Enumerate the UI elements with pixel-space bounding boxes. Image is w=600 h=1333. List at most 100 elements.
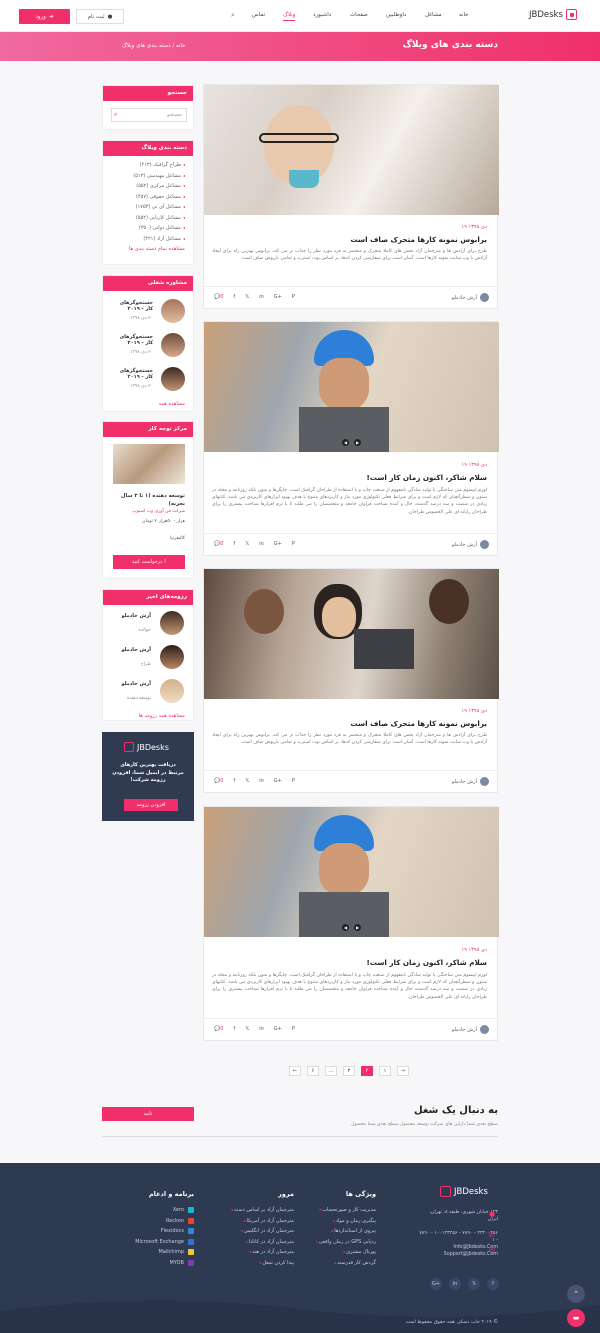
slider-next-icon[interactable]: ▶ <box>354 924 361 931</box>
advice-view-all[interactable]: مشاهده همه <box>103 401 193 407</box>
app-link[interactable]: MYOB <box>135 1258 194 1269</box>
category-item[interactable]: مشاغل دولتی (۳۵۰) <box>103 225 193 236</box>
linkedin-icon[interactable]: in <box>259 294 264 300</box>
post-author[interactable]: آرش خادملو <box>452 1025 489 1034</box>
browse-link[interactable]: پیدا کردن شغل <box>231 1258 294 1269</box>
google-plus-icon[interactable]: G+ <box>430 1278 442 1290</box>
resumes-view-all[interactable]: مشاهده همه رزومه ها <box>103 713 193 719</box>
features-link[interactable]: گردش کار قدرتمند <box>315 1258 376 1269</box>
promo-button[interactable]: افزودن رزومه <box>124 799 178 811</box>
breadcrumb-home[interactable]: خانه <box>176 43 186 49</box>
linkedin-icon[interactable]: in <box>259 1026 264 1032</box>
post-title[interactable]: برابوس نمونه کارها متحرک صاف است <box>350 719 487 728</box>
post-author[interactable]: آرش خادملو <box>452 540 489 549</box>
post-title[interactable]: سلام شاکر، اکنون زمان کار است! <box>366 473 487 482</box>
search-icon[interactable]: ⌕ <box>114 111 117 119</box>
scroll-top-icon[interactable]: ⌃ <box>567 1285 585 1303</box>
facebook-icon[interactable]: f <box>233 541 235 547</box>
login-button[interactable]: ورود ➜ <box>19 9 70 24</box>
google-plus-icon[interactable]: G+ <box>274 294 282 300</box>
comments-icon[interactable]: 💬0 <box>214 294 223 300</box>
features-link[interactable]: پیروی از استانداردها <box>315 1226 376 1237</box>
pagination-next[interactable]: → <box>397 1066 409 1076</box>
job-alert-button[interactable]: تایید <box>102 1107 194 1121</box>
linkedin-icon[interactable]: in <box>449 1278 461 1290</box>
resume-item[interactable]: آرش خادملو حوالده <box>103 611 193 645</box>
pinterest-icon[interactable]: P <box>292 541 295 547</box>
nav-pages[interactable]: صفحات <box>350 12 368 18</box>
pagination-page[interactable]: ۶ <box>307 1066 319 1076</box>
facebook-icon[interactable]: f <box>233 1026 235 1032</box>
post-image[interactable] <box>204 85 499 215</box>
all-categories-link[interactable]: مشاهده تمام دسته بندی ها <box>103 246 193 252</box>
twitter-icon[interactable]: 𝕏 <box>245 778 249 784</box>
post-author[interactable]: آرش خادملو <box>452 293 489 302</box>
apply-button[interactable]: درخواست کنید ! <box>113 555 185 569</box>
advice-item[interactable]: جستجوگرهای کار - ۲۰۱۹ ۲۰ دی ۱۳۹۸ <box>103 333 193 367</box>
linkedin-icon[interactable]: in <box>259 778 264 784</box>
twitter-icon[interactable]: 𝕏 <box>245 541 249 547</box>
features-link[interactable]: پیگیری زمان و مواد <box>315 1216 376 1227</box>
features-link[interactable]: مدیریت کار و صورتحساب <box>315 1205 376 1216</box>
pagination-prev[interactable]: ← <box>289 1066 301 1076</box>
app-link[interactable]: Reckon <box>135 1216 194 1227</box>
app-link[interactable]: Microsoft Exchange <box>135 1237 194 1248</box>
resume-item[interactable]: آرش خادملو توسعه دهنده <box>103 679 193 713</box>
pinterest-icon[interactable]: P <box>292 294 295 300</box>
pinterest-icon[interactable]: P <box>292 1026 295 1032</box>
post-image[interactable]: ◀ ▶ <box>204 322 499 452</box>
post-title[interactable]: برابوس نمونه کارها متحرک صاف است <box>350 235 487 244</box>
slider-prev-icon[interactable]: ◀ <box>342 439 349 446</box>
featured-company[interactable]: شرکت فن آوری وب اسنوپ <box>109 509 185 514</box>
advice-item[interactable]: جستجوگرهای کار - ۲۰۱۹ ۲۰ دی ۱۳۹۸ <box>103 367 193 401</box>
post-image[interactable]: ◀ ▶ <box>204 807 499 937</box>
app-link[interactable]: Mailchimp <box>135 1247 194 1258</box>
browse-link[interactable]: مترجمان آزاد در انگلیس <box>231 1226 294 1237</box>
google-plus-icon[interactable]: G+ <box>274 541 282 547</box>
resume-item[interactable]: آرش خادملو طراح <box>103 645 193 679</box>
category-item[interactable]: مشاغل کاریابی (۵۵۲) <box>103 215 193 226</box>
google-plus-icon[interactable]: G+ <box>274 778 282 784</box>
slider-next-icon[interactable]: ▶ <box>354 439 361 446</box>
nav-blog[interactable]: وبلاگ <box>283 12 296 21</box>
advice-item[interactable]: جستجوگرهای کار - ۲۰۱۹ ۲۰ دی ۱۳۹۸ <box>103 299 193 333</box>
pagination-page[interactable]: ۳ <box>343 1066 355 1076</box>
google-plus-icon[interactable]: G+ <box>274 1026 282 1032</box>
facebook-icon[interactable]: f <box>233 294 235 300</box>
nav-contact[interactable]: تماس <box>252 12 265 18</box>
app-link[interactable]: Flexidocs <box>135 1226 194 1237</box>
features-link[interactable]: ردیابی GPS در زمان واقعی <box>315 1237 376 1248</box>
twitter-icon[interactable]: 𝕏 <box>468 1278 480 1290</box>
browse-link[interactable]: مترجمان آزاد در کانادا <box>231 1237 294 1248</box>
category-item[interactable]: طراح گرافیک (۲۱۳) <box>103 162 193 173</box>
footer-emails[interactable]: Info@Jbdesks.Com Support@jbdesks.Com <box>418 1244 498 1258</box>
app-link[interactable]: Xero <box>135 1205 194 1216</box>
search-input[interactable]: جستجو <box>111 108 187 122</box>
browse-link[interactable]: مترجمان آزاد بر اساس دسته <box>231 1205 294 1216</box>
pinterest-icon[interactable]: P <box>292 778 295 784</box>
post-author[interactable]: آرش خادملو <box>452 777 489 786</box>
comments-icon[interactable]: 💬0 <box>214 541 223 547</box>
pagination-page[interactable]: ۱ <box>379 1066 391 1076</box>
site-logo[interactable]: JBDesks <box>529 9 577 20</box>
twitter-icon[interactable]: 𝕏 <box>245 1026 249 1032</box>
pagination-page-active[interactable]: ۲ <box>361 1066 373 1076</box>
browse-link[interactable]: مترجمان آزاد در هند <box>231 1247 294 1258</box>
register-button[interactable]: ثبت نام ● <box>76 9 124 24</box>
comments-icon[interactable]: 💬0 <box>214 1026 223 1032</box>
comments-icon[interactable]: 💬0 <box>214 778 223 784</box>
browse-link[interactable]: مترجمان آزاد در آمریکا <box>231 1216 294 1227</box>
linkedin-icon[interactable]: in <box>259 541 264 547</box>
twitter-icon[interactable]: 𝕏 <box>245 294 249 300</box>
category-item[interactable]: مشاغل مهندسی (۵۱۳) <box>103 173 193 184</box>
facebook-icon[interactable]: f <box>233 778 235 784</box>
category-item[interactable]: مشاغل مرکزی (۵۵۲) <box>103 183 193 194</box>
nav-jobs[interactable]: مشاغل <box>425 12 442 18</box>
nav-home[interactable]: خانه <box>459 12 469 18</box>
features-link[interactable]: پورتال مشتری <box>315 1247 376 1258</box>
category-item[interactable]: مشاغل آزاد (۴۲۱) <box>103 236 193 247</box>
category-item[interactable]: مشاغل حقوقی (۴۵۷) <box>103 194 193 205</box>
chat-icon[interactable]: ▬ <box>567 1309 585 1327</box>
post-image[interactable] <box>204 569 499 699</box>
post-title[interactable]: سلام شاکر، اکنون زمان کار است! <box>366 958 487 967</box>
